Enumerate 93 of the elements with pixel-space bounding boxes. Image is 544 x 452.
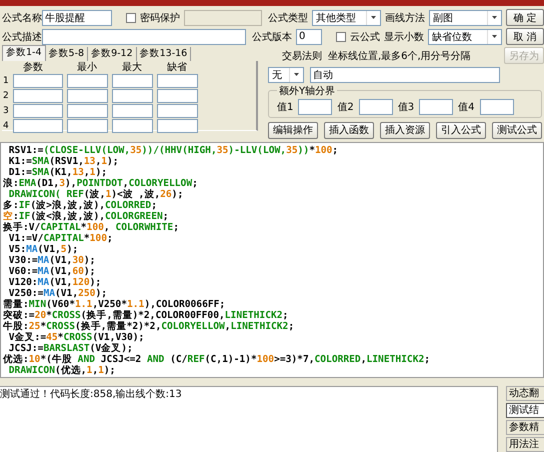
- column-header: 缺省: [166, 60, 188, 74]
- side-tab[interactable]: 用法注: [506, 437, 544, 452]
- field-label: 坐标线位置,最多6个,用分号分隔: [328, 50, 471, 62]
- name-field[interactable]: 牛股提醒: [42, 10, 112, 26]
- field-label: 画线方法: [385, 12, 426, 24]
- code-line: V30:=MA(V1,30);: [8, 255, 96, 266]
- row-number: 1: [3, 76, 9, 86]
- param-field[interactable]: [67, 104, 108, 118]
- toolbar-button[interactable]: 插入函数: [324, 122, 374, 138]
- field-label: 值4: [458, 100, 474, 114]
- row-number: 3: [3, 106, 9, 116]
- code-line: V金叉:=45*CROSS(V1,V30);: [8, 332, 146, 343]
- code-line: RSV1:=(CLOSE-LLV(LOW,35))/(HHV(HIGH,35)-LLV(LOW,35))*100;: [8, 145, 340, 156]
- side-tab[interactable]: 测试结: [506, 403, 544, 418]
- description-field[interactable]: [42, 28, 246, 44]
- caret-icon: [371, 16, 376, 19]
- field-label: 交易法则: [282, 50, 322, 62]
- param-field[interactable]: [13, 104, 63, 118]
- code-line: V5:MA(V1,5);: [8, 244, 80, 255]
- param-field[interactable]: [13, 74, 63, 88]
- code-line: V60:=MA(V1,60);: [8, 266, 96, 277]
- code-line: 浪:EMA(D1,3),POINTDOT,COLORYELLOW;: [3, 178, 199, 189]
- code-editor[interactable]: [0, 142, 544, 378]
- param-field[interactable]: [67, 118, 108, 132]
- param-field[interactable]: [112, 88, 153, 102]
- checkbox[interactable]: [336, 32, 346, 42]
- caret-icon: [492, 35, 497, 38]
- code-line: 空:IF(波<浪,波,波),COLORGREEN;: [3, 211, 170, 222]
- param-field[interactable]: [112, 104, 153, 118]
- dropdown[interactable]: 缺省位数: [428, 28, 502, 44]
- field-label: 公式类型: [268, 12, 308, 24]
- code-line: 多:IF(波>浪,波,波),COLORRED;: [3, 200, 158, 211]
- toolbar-button[interactable]: 插入资源: [380, 122, 430, 138]
- axis-field[interactable]: 自动: [310, 66, 500, 82]
- value-field[interactable]: [358, 98, 393, 114]
- column-header: 最大: [121, 60, 143, 74]
- field-label: 值3: [398, 100, 414, 114]
- dropdown[interactable]: 副图: [429, 10, 502, 26]
- toolbar-button[interactable]: 引入公式: [436, 122, 486, 138]
- value-field[interactable]: [480, 98, 514, 114]
- code-line: D1:=SMA(K1,13,1);: [8, 167, 108, 178]
- code-line: JCSJ:=BARSLAST(V金叉);: [8, 343, 134, 354]
- row-number: 2: [3, 90, 9, 100]
- code-line: 牛股:25*CROSS(换手,需量*2)*2,COLORYELLOW,LINETHICK2;: [3, 321, 296, 332]
- value-field[interactable]: [419, 98, 454, 114]
- button[interactable]: 取 消: [506, 28, 544, 45]
- param-field[interactable]: [157, 118, 198, 132]
- param-field[interactable]: [112, 118, 153, 132]
- code-line: DRAWICON( REF(波,1)<波 ,波,26);: [8, 189, 184, 200]
- param-field[interactable]: [67, 88, 108, 102]
- param-field[interactable]: [13, 118, 63, 132]
- checkbox-label: 密码保护: [140, 12, 180, 24]
- row-number: 4: [3, 120, 9, 130]
- param-field[interactable]: [67, 74, 108, 88]
- tab[interactable]: 参数5-8: [46, 47, 88, 61]
- checkbox[interactable]: [126, 12, 136, 22]
- param-field[interactable]: [13, 88, 63, 102]
- caret-icon: [294, 73, 299, 76]
- param-field[interactable]: [112, 74, 153, 88]
- value-field[interactable]: [298, 98, 332, 114]
- param-field[interactable]: [157, 74, 198, 88]
- field-label: 值1: [277, 100, 294, 114]
- code-line: V1:=V/CAPITAL*100;: [8, 233, 114, 244]
- code-line: K1:=SMA(RSV1,13,1);: [8, 156, 120, 167]
- side-tab[interactable]: 动态翻: [506, 386, 544, 401]
- code-line: 换手:V/CAPITAL*100, COLORWHITE;: [3, 222, 180, 233]
- code-line: DRAWICON(优选,1,1);: [8, 365, 116, 376]
- code-line: 突破:=20*CROSS(换手,需量)*2,COLOR00FF00,LINETHICK2;: [3, 310, 290, 321]
- dropdown[interactable]: 其他类型: [312, 10, 382, 26]
- code-line: V120:MA(V1,120);: [8, 277, 102, 288]
- field-label: 显示小数: [384, 30, 424, 44]
- tab[interactable]: 参数13-16: [136, 47, 192, 61]
- toolbar-button[interactable]: 编辑操作: [268, 122, 318, 138]
- param-field[interactable]: [157, 104, 198, 118]
- checkbox-label: 云公式: [350, 30, 380, 44]
- button[interactable]: 确 定: [506, 9, 544, 26]
- tab[interactable]: 参数1-4: [2, 45, 46, 61]
- dropdown[interactable]: 无: [268, 66, 304, 82]
- param-field[interactable]: [157, 88, 198, 102]
- code-line: 优选:10*(牛股 AND JCSJ<=2 AND (C/REF(C,1)-1)*100>=3)*7,COLORRED,LINETHICK2;: [3, 354, 432, 365]
- field-label: 公式版本: [252, 30, 292, 44]
- output-message: 测试通过！代码长度:858,输出线个数:13: [0, 389, 182, 400]
- group-title: 额外Y轴分界: [277, 84, 338, 98]
- toolbar-button[interactable]: 测试公式: [492, 122, 542, 138]
- column-header: 最小: [76, 60, 98, 74]
- column-header: 参数: [22, 60, 44, 74]
- version-field[interactable]: 0: [296, 28, 322, 44]
- caret-icon: [492, 16, 498, 19]
- tab[interactable]: 参数9-12: [88, 47, 137, 61]
- code-line: V250:=MA(V1,250);: [8, 288, 108, 299]
- field-label: 值2: [337, 100, 354, 114]
- side-tab[interactable]: 参数精: [506, 420, 544, 435]
- code-line: 需量:MIN(V60*1.1,V250*1.1),COLOR0066FF;: [3, 299, 226, 310]
